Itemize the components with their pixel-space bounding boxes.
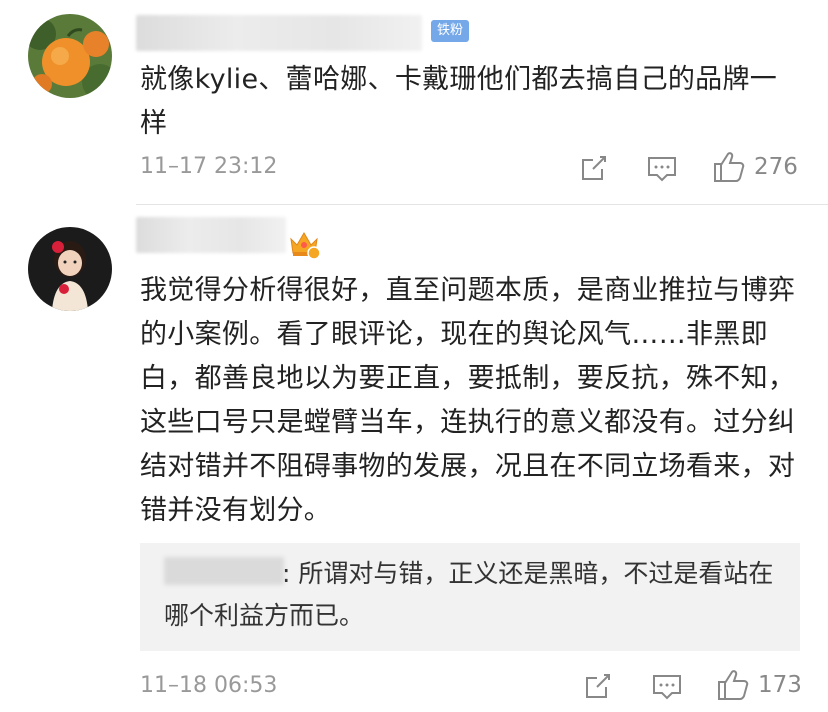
username-blurred[interactable] xyxy=(136,15,422,51)
like-count: 173 xyxy=(758,672,802,698)
share-icon xyxy=(582,156,606,180)
comment-time: 11–17 23:12 xyxy=(140,154,278,179)
reply-box[interactable]: : 所谓对与错，正义还是黑暗，不过是看站在哪个利益方而已。 xyxy=(140,543,800,651)
comment-item: 我觉得分析得很好，直至问题本质，是商业推拉与博弈的小案例。看了眼评论，现在的舆论… xyxy=(0,205,828,712)
comment-icon xyxy=(653,675,681,700)
thumbs-up-icon xyxy=(718,670,749,700)
avatar[interactable] xyxy=(28,227,112,311)
share-button[interactable] xyxy=(580,154,608,182)
fan-badge: 铁粉 xyxy=(431,20,470,42)
comment-text: 就像kylie、蕾哈娜、卡戴珊他们都去搞自己的品牌一样 xyxy=(140,64,778,139)
like-button[interactable]: 173 xyxy=(716,668,802,702)
reply-text: : 所谓对与错，正义还是黑暗，不过是看站在哪个利益方而已。 xyxy=(164,559,774,630)
like-count: 276 xyxy=(754,154,798,180)
reply-button[interactable] xyxy=(647,156,677,182)
thumbs-up-icon xyxy=(714,152,745,182)
reply-button[interactable] xyxy=(652,674,682,700)
avatar[interactable] xyxy=(28,14,112,98)
comment-item: 铁粉 就像kylie、蕾哈娜、卡戴珊他们都去搞自己的品牌一样 11–17 23:… xyxy=(0,0,828,205)
crown-level-icon xyxy=(290,232,320,259)
comment-text: 我觉得分析得很好，直至问题本质，是商业推拉与博弈的小案例。看了眼评论，现在的舆论… xyxy=(140,275,796,526)
like-button[interactable]: 276 xyxy=(712,150,798,184)
share-button[interactable] xyxy=(584,672,612,700)
comment-time: 11–18 06:53 xyxy=(140,673,278,698)
comment-icon xyxy=(648,157,676,182)
username-blurred[interactable] xyxy=(136,217,286,253)
share-icon xyxy=(586,674,610,698)
